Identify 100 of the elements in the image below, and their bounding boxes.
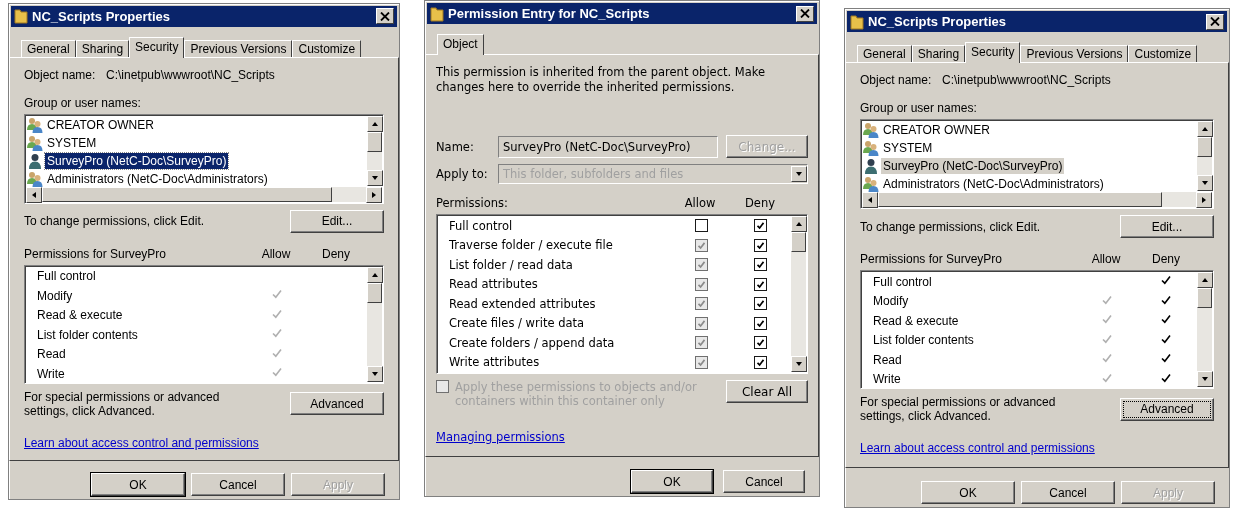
scroll-up-button[interactable]: [367, 266, 383, 283]
vertical-scrollbar[interactable]: [367, 266, 382, 382]
tab[interactable]: Customize: [292, 39, 362, 57]
permission-name: Full control: [449, 218, 514, 233]
cancel-button[interactable]: Cancel: [1021, 481, 1115, 505]
folder-icon: [850, 13, 864, 30]
ok-button[interactable]: OK: [921, 481, 1015, 505]
tab[interactable]: Object: [437, 34, 484, 56]
permission-name: Full control: [37, 269, 97, 284]
scroll-thumb[interactable]: [42, 186, 332, 202]
scroll-up-button[interactable]: [1197, 272, 1213, 289]
user-list-item[interactable]: SurveyPro (NetC-Doc\SurveyPro): [881, 158, 1065, 175]
scroll-thumb[interactable]: [791, 232, 806, 253]
vertical-scrollbar[interactable]: [791, 216, 806, 373]
tab[interactable]: Security: [129, 36, 185, 58]
scroll-down-button[interactable]: [367, 365, 383, 382]
checkbox[interactable]: [753, 258, 767, 272]
close-button[interactable]: [376, 8, 394, 25]
permission-name: List folder contents: [873, 333, 975, 348]
check-icon: [1160, 274, 1172, 287]
tab[interactable]: Security: [965, 42, 1021, 64]
checkbox[interactable]: [694, 219, 708, 233]
scroll-left-button[interactable]: [862, 192, 878, 209]
scroll-thumb[interactable]: [1197, 288, 1212, 309]
user-list-item[interactable]: CREATOR OWNER: [45, 116, 156, 133]
left-arrow-icon: [30, 190, 38, 199]
user-list-item[interactable]: Administrators (NetC-Doc\Administrators): [45, 170, 270, 187]
scroll-down-button[interactable]: [1197, 371, 1213, 388]
scroll-thumb[interactable]: [878, 192, 1162, 208]
close-icon: [800, 9, 810, 19]
permission-name: Modify: [873, 294, 910, 309]
folder-icon: [14, 8, 28, 25]
help-link[interactable]: Learn about access control and permissions: [24, 435, 259, 450]
tab[interactable]: Previous Versions: [184, 39, 293, 57]
ok-button[interactable]: OK: [91, 473, 185, 497]
vertical-scrollbar[interactable]: [1197, 272, 1212, 388]
vertical-scrollbar[interactable]: [1197, 121, 1212, 192]
check-icon: [1160, 293, 1172, 306]
scroll-up-button[interactable]: [1197, 121, 1213, 138]
checkbox[interactable]: [753, 355, 767, 369]
tab[interactable]: Customize: [1128, 45, 1198, 63]
advanced-button[interactable]: Advanced: [290, 392, 384, 416]
scroll-right-button[interactable]: [1196, 192, 1212, 209]
scroll-left-button[interactable]: [26, 186, 42, 203]
user-list-item[interactable]: SYSTEM: [881, 140, 935, 157]
check-icon: [1101, 371, 1113, 384]
cancel-button[interactable]: Cancel: [191, 473, 285, 497]
cancel-button[interactable]: Cancel: [723, 470, 805, 494]
user-group-icon: [863, 122, 879, 139]
group-list-label: Group or user names:: [24, 95, 141, 110]
advanced-button[interactable]: Advanced: [1120, 397, 1214, 421]
vertical-scrollbar[interactable]: [367, 115, 382, 186]
checkbox[interactable]: [753, 336, 767, 350]
permission-name: List folder contents: [37, 328, 139, 342]
window-title: NC_Scripts Properties: [868, 14, 1007, 29]
user-list-item[interactable]: SYSTEM: [45, 134, 99, 151]
object-path: C:\inetpub\wwwroot\NC_Scripts: [942, 73, 1111, 88]
check-icon: [271, 366, 283, 379]
permission-name: Modify: [37, 289, 74, 303]
checkbox[interactable]: [753, 297, 767, 311]
scroll-thumb[interactable]: [1197, 137, 1212, 158]
object-path: C:\inetpub\wwwroot\NC_Scripts: [106, 67, 275, 82]
scroll-right-button[interactable]: [366, 186, 382, 203]
user-group-icon: [27, 116, 43, 133]
tab[interactable]: Previous Versions: [1020, 45, 1129, 63]
window-title: Permission Entry for NC_Scripts: [448, 6, 651, 22]
scroll-down-button[interactable]: [791, 356, 807, 373]
help-link[interactable]: Learn about access control and permissions: [860, 441, 1095, 456]
object-name-label: Object name:: [24, 67, 97, 82]
group-list-label: Group or user names:: [860, 101, 977, 116]
user-icon: [863, 158, 879, 175]
edit-button[interactable]: Edit...: [1120, 215, 1214, 239]
horizontal-scrollbar[interactable]: [26, 186, 382, 202]
close-button[interactable]: [1206, 13, 1224, 30]
tab[interactable]: General: [857, 45, 912, 63]
ok-button[interactable]: OK: [631, 470, 713, 494]
scroll-down-button[interactable]: [1197, 175, 1213, 192]
check-icon: [271, 288, 283, 301]
user-list-item[interactable]: SurveyPro (NetC-Doc\SurveyPro): [45, 152, 229, 169]
checkbox[interactable]: [753, 316, 767, 330]
horizontal-scrollbar[interactable]: [862, 192, 1212, 208]
close-icon: [1210, 17, 1220, 26]
edit-button[interactable]: Edit...: [290, 209, 384, 233]
scroll-up-button[interactable]: [367, 115, 383, 132]
permission-name: Read & execute: [37, 308, 124, 323]
scroll-up-button[interactable]: [791, 216, 807, 233]
user-list-item[interactable]: Administrators (NetC-Doc\Administrators): [881, 176, 1106, 193]
scroll-down-button[interactable]: [367, 169, 383, 186]
object-name-label: Object name:: [860, 73, 933, 88]
clear-all-button[interactable]: Clear All: [726, 380, 808, 404]
checkbox[interactable]: [753, 277, 767, 291]
allow-column-header: Allow: [260, 246, 292, 261]
checkbox[interactable]: [753, 238, 767, 252]
check-icon: [1101, 332, 1113, 345]
checkbox[interactable]: [753, 219, 767, 233]
user-list-item[interactable]: CREATOR OWNER: [881, 122, 992, 139]
help-link[interactable]: Managing permissions: [436, 430, 565, 445]
close-button[interactable]: [796, 5, 814, 22]
tab[interactable]: General: [21, 39, 76, 57]
permission-name: Write: [873, 372, 902, 387]
